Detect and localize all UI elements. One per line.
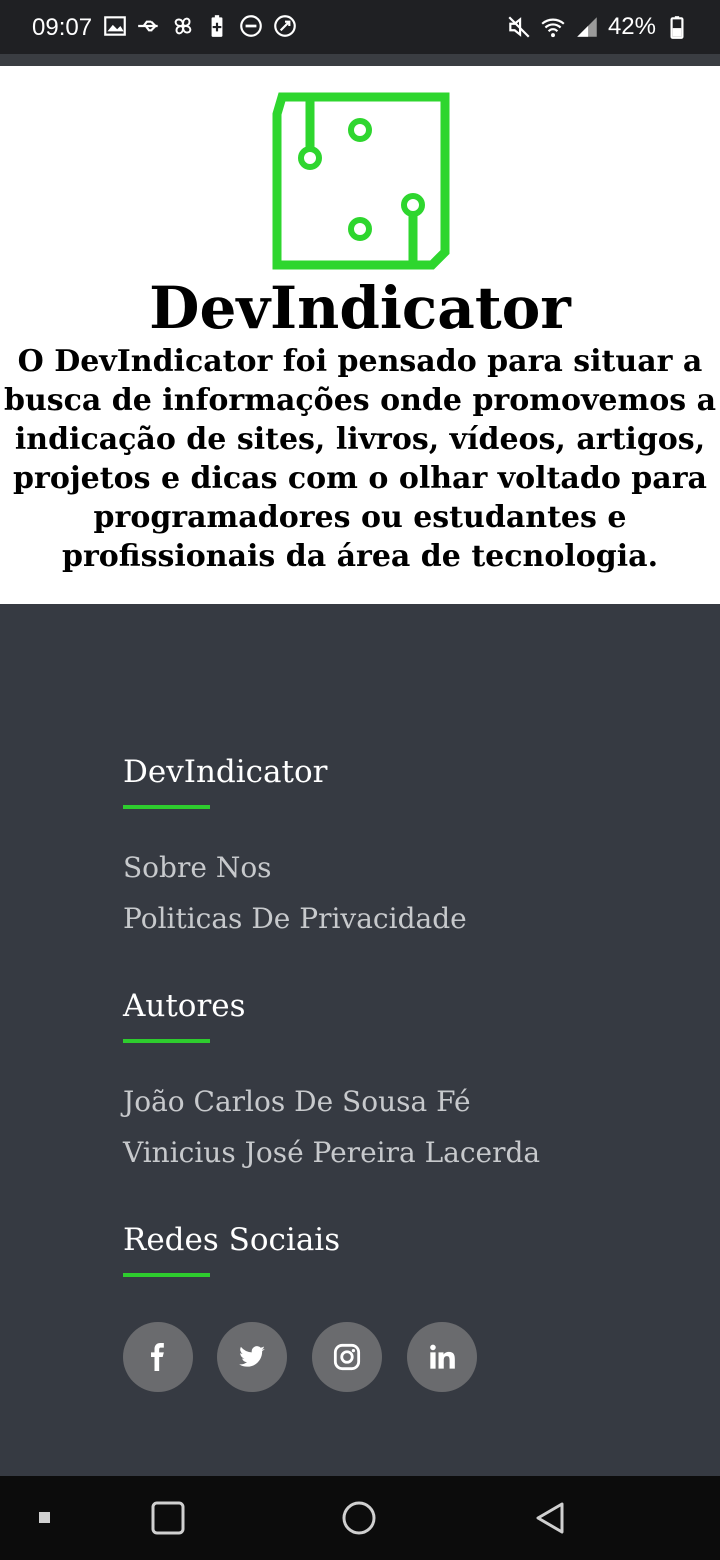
battery-percent: 42% bbox=[607, 13, 656, 40]
do-not-disturb-icon bbox=[240, 15, 262, 37]
section-underline bbox=[123, 805, 210, 809]
home-icon bbox=[342, 1501, 376, 1535]
twitter-button[interactable] bbox=[217, 1322, 287, 1392]
battery-icon bbox=[670, 16, 684, 39]
nav-menu-button[interactable] bbox=[23, 1496, 67, 1540]
header-strip bbox=[0, 54, 720, 66]
status-bar: 09:07 42% bbox=[0, 0, 720, 54]
section-underline bbox=[123, 1039, 210, 1043]
twitter-icon bbox=[239, 1346, 265, 1367]
sobre-nos-link[interactable]: Sobre Nos bbox=[123, 851, 272, 884]
wifi-icon bbox=[541, 18, 565, 38]
author-link-joao[interactable]: João Carlos De Sousa Fé bbox=[123, 1085, 471, 1118]
battery-saver-icon bbox=[211, 15, 223, 37]
instagram-icon bbox=[333, 1343, 361, 1371]
facebook-icon bbox=[151, 1343, 164, 1371]
footer: DevIndicator Sobre Nos Politicas De Priv… bbox=[0, 604, 720, 1476]
description-line: indicação de sites, livros, vídeos, arti… bbox=[14, 422, 706, 457]
section-underline bbox=[123, 1273, 210, 1277]
description-line: busca de informações onde promovemos a bbox=[3, 383, 717, 418]
footer-redes-sociais-title: Redes Sociais bbox=[123, 1222, 341, 1258]
status-time: 09:07 bbox=[32, 14, 93, 41]
description-line: projetos e dicas com o olhar voltado par… bbox=[13, 461, 707, 496]
mute-icon bbox=[508, 16, 530, 38]
image-icon bbox=[104, 16, 126, 36]
signal-icon bbox=[577, 17, 597, 37]
android-nav-bar bbox=[0, 1476, 720, 1560]
usb-icon bbox=[138, 20, 158, 32]
devindicator-logo-icon bbox=[272, 92, 450, 270]
back-icon bbox=[536, 1502, 564, 1534]
fan-icon bbox=[174, 17, 192, 35]
nav-recents-button[interactable] bbox=[146, 1496, 190, 1540]
instagram-button[interactable] bbox=[312, 1322, 382, 1392]
footer-devindicator-title: DevIndicator bbox=[123, 754, 328, 790]
author-link-vinicius[interactable]: Vinicius José Pereira Lacerda bbox=[123, 1136, 540, 1169]
recents-icon bbox=[151, 1501, 185, 1535]
description-line: programadores ou estudantes e bbox=[93, 500, 627, 535]
linkedin-button[interactable] bbox=[407, 1322, 477, 1392]
hero-title: DevIndicator bbox=[149, 274, 571, 342]
facebook-button[interactable] bbox=[123, 1322, 193, 1392]
hero-section: DevIndicator O DevIndicator foi pensado … bbox=[0, 66, 720, 604]
small-square-icon bbox=[39, 1512, 50, 1523]
description-line: O DevIndicator foi pensado para situar a bbox=[17, 344, 703, 379]
description-line: profissionais da área de tecnologia. bbox=[61, 539, 659, 574]
linkedin-icon bbox=[430, 1344, 455, 1369]
privacy-policy-link[interactable]: Politicas De Privacidade bbox=[123, 902, 467, 935]
nav-back-button[interactable] bbox=[528, 1496, 572, 1540]
footer-autores-title: Autores bbox=[123, 988, 246, 1024]
nav-home-button[interactable] bbox=[337, 1496, 381, 1540]
hero-description: O DevIndicator foi pensado para situar a… bbox=[0, 342, 720, 576]
sync-icon bbox=[274, 15, 296, 37]
